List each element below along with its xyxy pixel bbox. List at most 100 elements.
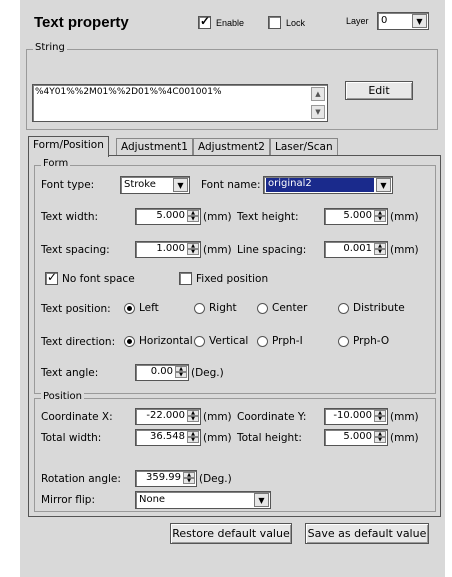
form-group-label: Form [41, 158, 71, 169]
pos-center-label: Center [272, 302, 308, 314]
spinner[interactable]: ▲ ▼ [187, 243, 199, 256]
fixed-position-check-icon[interactable] [179, 272, 192, 285]
direction-prph-i-radio[interactable]: Prph-I [257, 335, 303, 347]
radio-icon[interactable] [257, 302, 268, 314]
radio-icon[interactable] [194, 302, 205, 314]
layer-select[interactable]: 0 ▼ [377, 12, 429, 30]
mm-unit: (mm) [203, 244, 232, 256]
position-center-radio[interactable]: Center [257, 302, 307, 314]
coord-x-input[interactable]: -22.000 ▲ ▼ [135, 408, 201, 425]
radio-icon[interactable] [338, 302, 349, 314]
tab-adjustment1[interactable]: Adjustment1 [116, 138, 193, 156]
tab-form-position[interactable]: Form/Position [28, 136, 109, 157]
total-height-input[interactable]: 5.000 ▲ ▼ [324, 429, 388, 446]
radio-icon[interactable] [124, 335, 135, 347]
radio-icon[interactable] [124, 302, 135, 314]
font-name-select[interactable]: original2 ▼ [263, 176, 393, 194]
coord-x-label: Coordinate X: [41, 411, 113, 423]
deg-unit: (Deg.) [199, 473, 232, 485]
header-bar: Text property Enable Lock Layer 0 ▼ [20, 0, 445, 40]
mirror-flip-select[interactable]: None ▼ [135, 491, 271, 509]
no-font-space-check-icon[interactable] [45, 270, 58, 285]
total-width-value: 36.548 [150, 431, 185, 442]
mm-unit: (mm) [390, 411, 419, 423]
total-height-label: Total height: [237, 432, 302, 444]
text-spacing-input[interactable]: 1.000 ▲ ▼ [135, 241, 201, 258]
chevron-down-icon[interactable]: ▼ [376, 178, 391, 192]
rotation-angle-value: 359.99 [146, 472, 181, 483]
mm-unit: (mm) [390, 244, 419, 256]
restore-default-button[interactable]: Restore default value [170, 523, 292, 544]
fixed-position-checkbox[interactable]: Fixed position [179, 272, 268, 285]
spinner[interactable]: ▲ ▼ [187, 210, 199, 223]
line-spacing-value: 0.001 [343, 243, 372, 254]
font-name-label: Font name: [201, 179, 261, 191]
total-width-label: Total width: [41, 432, 102, 444]
text-height-input[interactable]: 5.000 ▲ ▼ [324, 208, 388, 225]
no-font-space-checkbox[interactable]: No font space [45, 270, 135, 285]
text-width-input[interactable]: 5.000 ▲ ▼ [135, 208, 201, 225]
text-position-label: Text position: [41, 303, 111, 315]
direction-prph-o-radio[interactable]: Prph-O [338, 335, 389, 347]
pos-distribute-label: Distribute [353, 302, 405, 314]
coord-y-label: Coordinate Y: [237, 411, 307, 423]
position-distribute-radio[interactable]: Distribute [338, 302, 405, 314]
spinner[interactable]: ▲ ▼ [187, 410, 199, 423]
form-position-page: Form Font type: Stroke ▼ Font name: orig… [28, 155, 441, 517]
string-input[interactable]: %4Y01%%2M01%%2D01%%4C001001% ▲ ▼ [32, 84, 328, 122]
spinner[interactable]: ▲ ▼ [374, 243, 386, 256]
layer-label: Layer [346, 16, 369, 26]
font-name-value: original2 [266, 178, 374, 192]
font-type-label: Font type: [41, 179, 95, 191]
text-angle-input[interactable]: 0.00 ▲ ▼ [135, 364, 189, 381]
mm-unit: (mm) [203, 432, 232, 444]
mm-unit: (mm) [203, 211, 232, 223]
total-height-value: 5.000 [343, 431, 372, 442]
position-group-label: Position [41, 391, 84, 402]
text-angle-value: 0.00 [150, 366, 173, 377]
chevron-down-icon[interactable]: ▼ [254, 493, 269, 507]
text-spacing-label: Text spacing: [41, 244, 110, 256]
coord-y-input[interactable]: -10.000 ▲ ▼ [324, 408, 388, 425]
save-default-button[interactable]: Save as default value [305, 523, 429, 544]
spinner[interactable]: ▲ ▼ [374, 210, 386, 223]
direction-vertical-radio[interactable]: Vertical [194, 335, 248, 347]
direction-horizontal-radio[interactable]: Horizontal [124, 335, 193, 347]
lock-check-icon[interactable] [268, 16, 281, 29]
text-property-panel: Text property Enable Lock Layer 0 ▼ Stri… [20, 0, 445, 577]
position-group: Position Coordinate X: -22.000 ▲ ▼ (mm) C… [34, 391, 436, 512]
scroll-down-icon[interactable]: ▼ [311, 105, 325, 119]
scroll-up-icon[interactable]: ▲ [311, 87, 325, 101]
panel-title: Text property [34, 14, 129, 31]
dir-horizontal-label: Horizontal [139, 335, 193, 347]
tab-laser-scan[interactable]: Laser/Scan [270, 138, 338, 156]
radio-icon[interactable] [257, 335, 268, 347]
spinner[interactable]: ▲ ▼ [374, 431, 386, 444]
position-right-radio[interactable]: Right [194, 302, 237, 314]
chevron-down-icon[interactable]: ▼ [173, 178, 188, 192]
enable-label: Enable [216, 17, 245, 28]
radio-icon[interactable] [194, 335, 205, 347]
edit-button[interactable]: Edit [345, 81, 413, 100]
spinner[interactable]: ▲ ▼ [175, 366, 187, 379]
enable-checkbox[interactable]: Enable [198, 14, 245, 29]
line-spacing-input[interactable]: 0.001 ▲ ▼ [324, 241, 388, 258]
total-width-input[interactable]: 36.548 ▲ ▼ [135, 429, 201, 446]
chevron-down-icon[interactable]: ▼ [412, 14, 427, 28]
spinner[interactable]: ▲ ▼ [374, 410, 386, 423]
spinner[interactable]: ▲ ▼ [183, 472, 195, 485]
tab-adjustment2[interactable]: Adjustment2 [193, 138, 270, 156]
radio-icon[interactable] [338, 335, 349, 347]
font-type-select[interactable]: Stroke ▼ [120, 176, 190, 194]
rotation-angle-input[interactable]: 359.99 ▲ ▼ [135, 470, 197, 487]
coord-y-value: -10.000 [333, 410, 372, 421]
position-left-radio[interactable]: Left [124, 302, 159, 314]
enable-check-icon[interactable] [198, 14, 211, 29]
fixed-position-label: Fixed position [196, 272, 269, 285]
lock-checkbox[interactable]: Lock [268, 16, 305, 29]
text-angle-label: Text angle: [41, 367, 99, 379]
rotation-angle-label: Rotation angle: [41, 473, 121, 485]
spinner[interactable]: ▲ ▼ [187, 431, 199, 444]
dir-prph-i-label: Prph-I [272, 335, 303, 347]
text-width-value: 5.000 [156, 210, 185, 221]
